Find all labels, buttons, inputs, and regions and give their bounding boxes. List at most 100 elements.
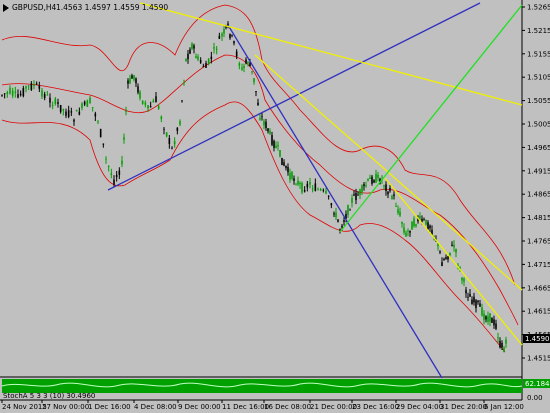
candle-body [41, 90, 43, 97]
price-label: 1.4615 [527, 308, 550, 316]
candle-body [229, 33, 231, 39]
time-label: 9 Dec 00:00 [178, 403, 221, 411]
price-label: 1.4815 [527, 214, 550, 222]
candle-body [25, 86, 27, 89]
time-label: 31 Dec 20:00 [440, 403, 487, 411]
current-price-badge: 1.4590 [523, 334, 550, 343]
candle-body [223, 29, 225, 34]
candle [99, 128, 102, 138]
candle-body [403, 227, 405, 233]
candle-body [218, 35, 221, 39]
current-price-text: 1.4590 [525, 335, 550, 343]
candle-body [168, 138, 171, 144]
candle-body [213, 47, 215, 49]
candle-body [3, 93, 6, 95]
price-label: 1.5055 [527, 97, 550, 105]
candle-body [202, 66, 205, 67]
candle-body [439, 251, 441, 253]
candle-body [335, 212, 337, 218]
candle-body [483, 313, 485, 320]
candle-body [347, 205, 349, 215]
candle-body [373, 180, 375, 183]
candle-body [330, 203, 333, 206]
price-label: 1.4965 [527, 144, 550, 152]
candle-body [195, 56, 197, 59]
candle-body [253, 78, 255, 83]
candle-body [179, 121, 181, 125]
candle-body [125, 111, 127, 112]
candle-body [295, 183, 297, 185]
candle-body [485, 316, 487, 320]
candle-body [259, 117, 261, 120]
candle-body [501, 342, 503, 348]
candle-body [49, 97, 51, 103]
candle-body [319, 189, 322, 191]
candle [86, 99, 89, 107]
candle-body [91, 107, 94, 108]
oscillator-fill [2, 379, 522, 393]
candle-body [137, 86, 139, 93]
candle-body [73, 119, 75, 122]
time-label: 11 Dec 16:00 [222, 403, 269, 411]
candle-body [163, 128, 165, 130]
candle-body [493, 319, 495, 326]
candle-body [415, 224, 417, 227]
candle-body [341, 225, 343, 228]
candle-body [297, 180, 299, 185]
candle-body [389, 187, 391, 192]
candle-body [243, 65, 245, 68]
candle-body [443, 258, 445, 261]
candle [281, 157, 283, 166]
candle [491, 317, 493, 323]
candle-body [89, 97, 91, 104]
candle-body [99, 129, 102, 138]
candle-body [306, 183, 309, 188]
candle-body [160, 116, 163, 119]
candle-body [199, 60, 202, 63]
candle-body [70, 111, 73, 113]
candle-body [115, 174, 118, 178]
candle-body [397, 209, 399, 213]
candle-body [191, 43, 193, 49]
candle-body [113, 179, 115, 185]
candle-body [455, 249, 457, 253]
candle-body [165, 132, 168, 137]
candle-body [497, 337, 499, 339]
time-label: 23 Dec 16:00 [352, 403, 399, 411]
candle-body [102, 143, 105, 145]
candle-body [391, 196, 393, 199]
candle-body [461, 277, 463, 281]
candle-body [233, 41, 235, 44]
candle-body [155, 96, 157, 103]
candle-body [463, 278, 465, 282]
candle-body [359, 189, 361, 195]
candle-body [293, 178, 295, 181]
candle-body [311, 188, 314, 190]
candle-body [491, 317, 493, 323]
candle-body [279, 150, 281, 157]
candle-body [343, 220, 345, 222]
candle-body [235, 51, 238, 57]
candle-body [123, 137, 125, 140]
price-label: 1.4715 [527, 261, 550, 269]
chart-window[interactable]: GBPUSD,H4 1.4563 1.4597 1.4559 1.4590 1.… [0, 0, 550, 413]
candle-body [83, 101, 86, 105]
candle-body [30, 83, 33, 90]
time-label: 29 Dec 04:00 [396, 403, 443, 411]
candle-body [152, 100, 155, 103]
candle-body [269, 130, 271, 134]
candle-body [6, 92, 9, 94]
candle-body [221, 33, 223, 37]
candle-body [241, 67, 243, 70]
oscillator-bottom-value: 0.00 [527, 394, 543, 402]
oscillator-top-value: 62.1848 [525, 380, 550, 388]
price-chart[interactable]: GBPUSD,H4 1.4563 1.4597 1.4559 1.4590 1.… [0, 0, 550, 413]
candle-body [447, 256, 449, 260]
price-label: 1.5005 [527, 121, 550, 129]
price-label: 1.4865 [527, 191, 550, 199]
candle-body [477, 300, 479, 303]
time-label: 4 Dec 08:00 [134, 403, 177, 411]
candle-body [207, 58, 210, 64]
candle-body [283, 162, 285, 166]
oscillator-panel[interactable]: StochA 5 3 3 (10) 30.4960 62.1848 0.00 [1, 379, 550, 402]
